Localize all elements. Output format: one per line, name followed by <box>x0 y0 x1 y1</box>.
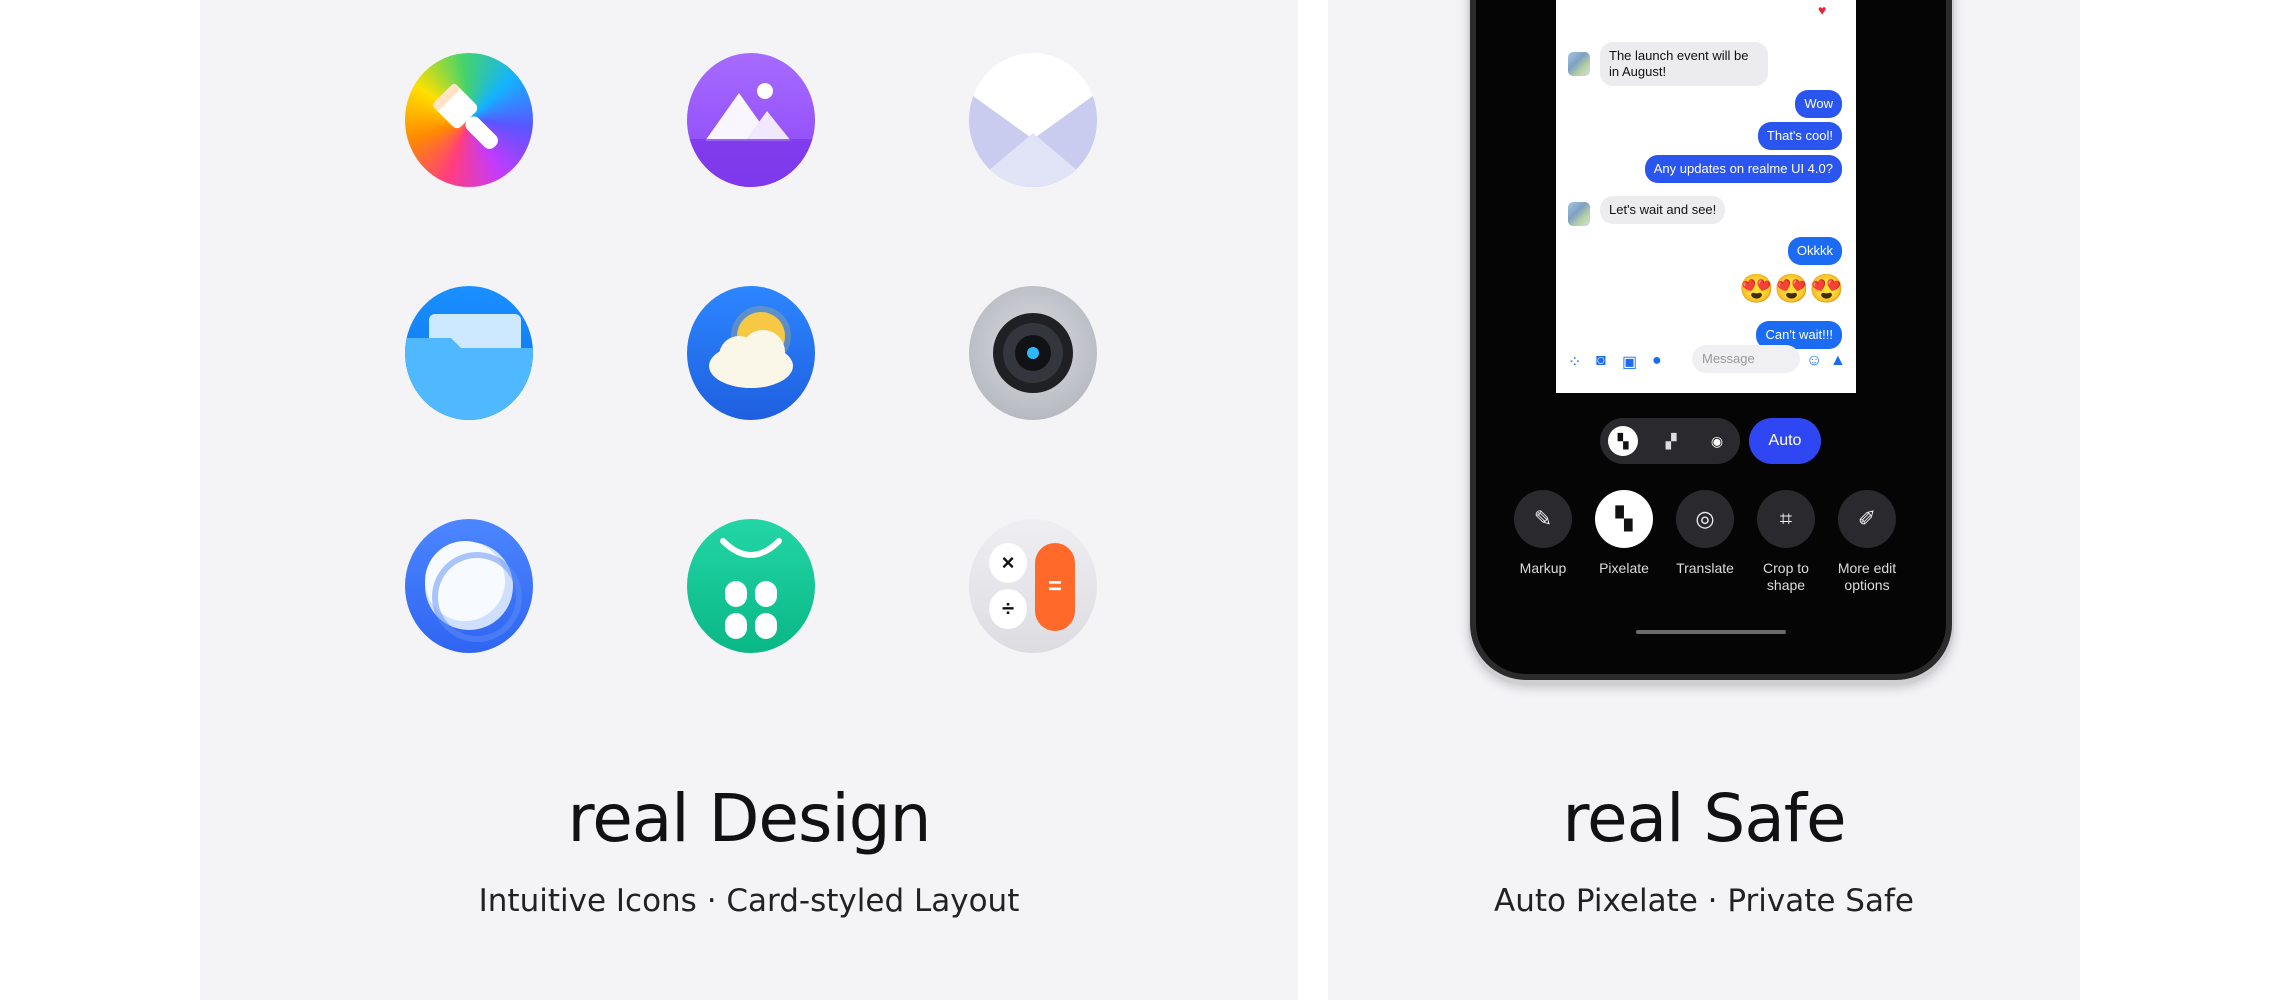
mosaic-mode-option[interactable]: ▚ <box>1608 426 1638 456</box>
chat-message-out: Wow <box>1795 90 1842 118</box>
more-edit-options-button[interactable]: ✐ <box>1838 490 1896 548</box>
browser-icon <box>405 519 533 653</box>
markup-button[interactable]: ✎ <box>1514 490 1572 548</box>
translate-button[interactable]: ◎ <box>1676 490 1734 548</box>
files-icon <box>405 286 533 420</box>
emoji-icon[interactable]: ☺ <box>1806 352 1822 370</box>
contact-avatar <box>1568 52 1590 76</box>
message-input[interactable]: Message <box>1692 345 1800 373</box>
auto-button[interactable]: Auto <box>1749 418 1821 464</box>
pixelate-mode-selector: ▚ ▞ ◉ <box>1600 418 1740 464</box>
image-icon[interactable]: ▣ <box>1622 352 1637 372</box>
chat-screen: ♥ The launch event will be in August! Wo… <box>1556 0 1856 393</box>
apps-icon[interactable]: ⁘ <box>1568 352 1581 372</box>
camera-small-icon[interactable]: ◙ <box>1596 352 1606 370</box>
chat-message-out: That's cool! <box>1757 122 1842 150</box>
calc-times-symbol: × <box>989 543 1027 583</box>
tool-label-pixelate: Pixelate <box>1599 560 1649 576</box>
chat-message-in: The launch event will be in August! <box>1600 42 1768 86</box>
tool-label-translate: Translate <box>1676 560 1734 576</box>
pixelate-button[interactable]: ▚ <box>1595 490 1653 548</box>
calc-equals-symbol: = <box>1035 543 1075 631</box>
calculator-icon: × ÷ = <box>969 519 1097 653</box>
gallery-icon <box>687 53 815 187</box>
blur-mode-option[interactable]: ◉ <box>1702 426 1732 456</box>
real-safe-subtitle: Auto Pixelate · Private Safe <box>1494 883 1914 919</box>
chat-emoji-message: 😍😍😍 <box>1739 273 1844 304</box>
app-market-icon <box>687 519 815 653</box>
phone-mockup: ♥ The launch event will be in August! Wo… <box>1470 0 1952 680</box>
chat-message-out: Any updates on realme UI 4.0? <box>1644 155 1842 183</box>
home-indicator[interactable] <box>1636 630 1786 634</box>
chat-message-in: Let's wait and see! <box>1600 196 1726 224</box>
tool-label-crop-to-shape: Crop to shape <box>1763 560 1809 593</box>
calc-divide-symbol: ÷ <box>989 589 1027 629</box>
heart-reaction-icon: ♥ <box>1818 2 1827 18</box>
real-safe-title: real Safe <box>1562 780 1846 857</box>
mail-icon <box>969 53 1097 187</box>
contact-avatar <box>1568 202 1590 226</box>
theme-store-icon <box>405 53 533 187</box>
tool-label-markup: Markup <box>1519 560 1567 576</box>
real-design-title: real Design <box>567 780 932 857</box>
like-icon[interactable]: ▲ <box>1830 352 1846 370</box>
microphone-icon[interactable]: ● <box>1652 352 1662 370</box>
weather-icon <box>687 286 815 420</box>
tool-label-more-edit-options: More edit options <box>1837 560 1897 593</box>
pixel-mode-option[interactable]: ▞ <box>1656 426 1686 456</box>
chat-message-out: Okkkk <box>1787 237 1842 265</box>
real-design-subtitle: Intuitive Icons · Card-styled Layout <box>478 883 1020 919</box>
crop-to-shape-button[interactable]: ⌗ <box>1757 490 1815 548</box>
camera-icon <box>969 286 1097 420</box>
